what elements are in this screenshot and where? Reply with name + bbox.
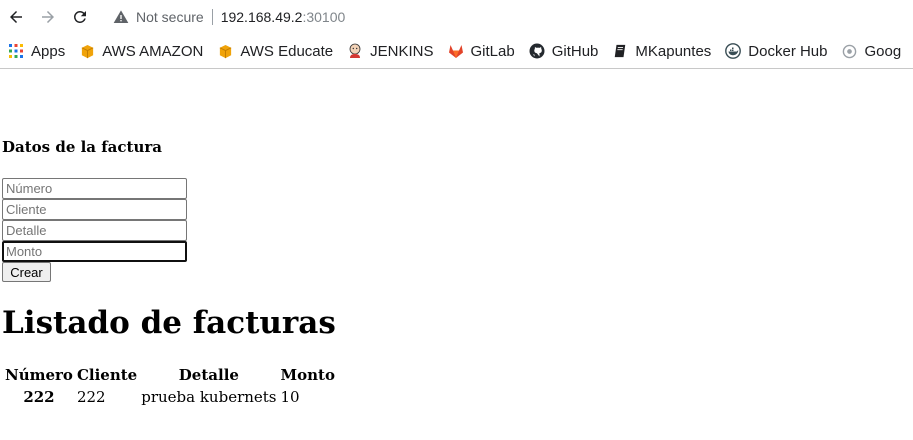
monto-input[interactable]: [2, 241, 187, 262]
bookmark-label: GitLab: [470, 42, 515, 60]
forward-button[interactable]: [35, 4, 61, 30]
form-title: Datos de la factura: [2, 138, 162, 156]
bookmark-label: Docker Hub: [748, 42, 828, 60]
table-row: 222 222 prueba kubernets 10: [4, 387, 336, 407]
github-icon: [529, 43, 545, 59]
address-divider: [211, 8, 213, 25]
back-arrow-icon: [10, 11, 22, 23]
cell-cliente: 222: [76, 388, 106, 406]
bookmark-label: Apps: [31, 42, 66, 60]
bookmark-github[interactable]: GitHub: [529, 37, 599, 65]
reload-icon: [73, 10, 86, 23]
bookmark-label: GitHub: [551, 42, 599, 60]
security-status[interactable]: Not secure: [136, 9, 204, 25]
google-icon: [842, 43, 858, 59]
bookmark-aws-amazon[interactable]: AWS AMAZON: [79, 37, 203, 65]
numero-input[interactable]: [2, 178, 187, 199]
bookmark-label: JENKINS: [370, 42, 434, 60]
url-port: :30100: [302, 8, 346, 25]
gitlab-icon: [448, 43, 464, 59]
bookmark-label: Goog: [864, 42, 902, 60]
column-header-monto: Monto: [280, 366, 335, 384]
bookmark-apps[interactable]: Apps: [8, 37, 65, 65]
jenkins-icon: [347, 43, 363, 59]
cell-monto: 10: [280, 388, 300, 406]
bookmark-aws-educate[interactable]: AWS Educate: [217, 37, 333, 65]
warning-triangle-icon: [112, 8, 130, 26]
bookmark-gitlab[interactable]: GitLab: [448, 37, 515, 65]
table-header-row: Número Cliente Detalle Monto: [4, 365, 336, 385]
bookmarks-bar: Apps AWS AMAZON AWS Educate JENKINS GitL…: [0, 34, 913, 68]
bookmark-label: MKapuntes: [635, 42, 712, 60]
list-title: Listado de facturas: [2, 305, 336, 341]
column-header-cliente: Cliente: [76, 366, 138, 384]
column-header-numero: Número: [5, 366, 73, 384]
back-button[interactable]: [3, 4, 29, 30]
page-content: Datos de la factura Crear Listado de fac…: [0, 69, 913, 440]
bookmark-label: AWS AMAZON: [102, 42, 204, 60]
browser-toolbar: Not secure 192.168.49.2:30100: [0, 0, 913, 34]
reload-button[interactable]: [67, 4, 93, 30]
address-bar[interactable]: Not secure 192.168.49.2:30100: [102, 2, 913, 31]
column-header-detalle: Detalle: [178, 366, 239, 384]
forward-arrow-icon: [42, 11, 54, 23]
detalle-input[interactable]: [2, 220, 187, 241]
book-icon: [612, 43, 628, 59]
bookmark-jenkins[interactable]: JENKINS: [347, 37, 434, 65]
cell-numero: 222: [23, 388, 55, 406]
bookmark-docker-hub[interactable]: Docker Hub: [725, 37, 828, 65]
cell-detalle: prueba kubernets: [141, 388, 277, 406]
crear-button[interactable]: Crear: [2, 262, 51, 282]
bookmark-label: AWS Educate: [240, 42, 334, 60]
invoices-table: Número Cliente Detalle Monto 222 222 pru…: [2, 363, 338, 409]
bookmark-mkapuntes[interactable]: MKapuntes: [612, 37, 711, 65]
aws-box-icon: [79, 43, 95, 59]
aws-box-icon: [217, 43, 233, 59]
bookmark-google[interactable]: Goog: [842, 37, 902, 65]
apps-grid-icon: [8, 43, 24, 59]
url-host: 192.168.49.2: [220, 8, 303, 25]
docker-icon: [725, 43, 742, 59]
cliente-input[interactable]: [2, 199, 187, 220]
